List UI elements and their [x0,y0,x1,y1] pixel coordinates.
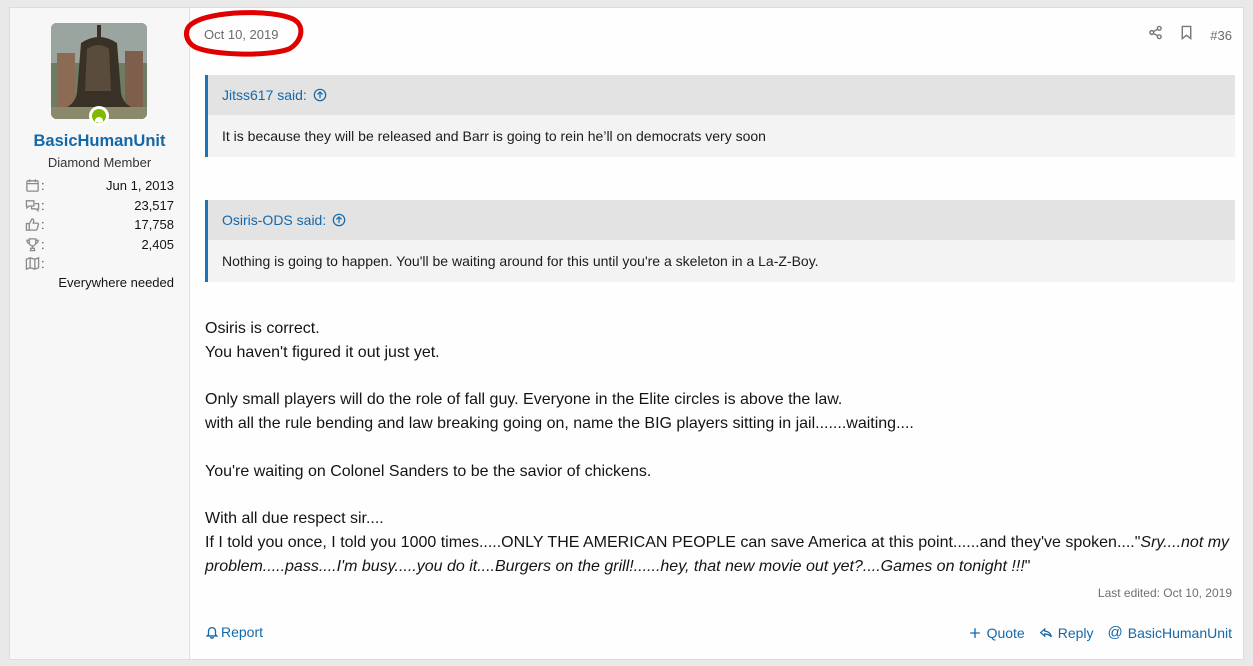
footer-actions: Quote Reply @ BasicHumanUnit [968,624,1232,641]
arrow-up-circle-icon[interactable] [313,88,327,102]
message-line: Only small players will do the role of f… [205,391,843,409]
message-text: If I told you once, I told you 1000 time… [205,534,1141,552]
stat-reactions: : 17,758 [25,215,174,235]
message-line: You haven't figured it out just yet. [205,343,440,361]
quote-button[interactable]: Quote [968,625,1025,641]
post-date[interactable]: Oct 10, 2019 [204,27,278,42]
share-icon[interactable] [1148,25,1163,45]
stat-messages: : 23,517 [25,196,174,216]
message-text: " [1024,557,1031,575]
stat-joined-value: Jun 1, 2013 [106,178,174,194]
stat-location: : [25,254,174,274]
messages-icon: : [25,198,45,213]
stat-joined: : Jun 1, 2013 [25,176,174,196]
user-title: Diamond Member [47,155,152,170]
quote-text: Nothing is going to happen. You'll be wa… [222,253,819,269]
quote-header[interactable]: Jitss617 said: [208,75,1235,115]
report-button[interactable]: Report [205,624,263,640]
message-line: If I told you once, I told you 1000 time… [205,531,1245,579]
stat-messages-value: 23,517 [134,197,174,213]
last-edited: Last edited: Oct 10, 2019 [1097,586,1232,600]
post-footer: Report Quote Reply @ BasicHumanUnit [205,622,1232,644]
quote-header[interactable]: Osiris-ODS said: [208,200,1235,240]
message-main: Oct 10, 2019 #36 Jitss617 said: It is be… [184,8,1245,659]
calendar-icon: : [25,178,45,193]
quote-block: Osiris-ODS said: Nothing is going to hap… [205,200,1235,282]
report-label: Report [221,624,264,640]
post-number-link[interactable]: #36 [1210,28,1232,43]
stat-points: : 2,405 [25,235,174,255]
mention-label: BasicHumanUnit [1127,624,1232,641]
bell-icon [205,626,219,639]
plus-icon [969,627,980,638]
username[interactable]: BasicHumanUnit [10,132,189,151]
quote-author[interactable]: Jitss617 said: [222,87,307,103]
map-icon: : [25,256,45,271]
reply-icon [1039,627,1052,638]
quote-text: It is because they will be released and … [222,128,766,144]
mention-button[interactable]: @ BasicHumanUnit [1108,624,1233,641]
forum-post: BasicHumanUnit Diamond Member : Jun 1, 2… [9,7,1244,660]
reply-button[interactable]: Reply [1039,625,1094,641]
quote-block: Jitss617 said: It is because they will b… [205,75,1235,157]
post-header-actions: #36 [1148,25,1232,45]
trophy-icon: : [25,237,45,252]
message-line: With all due respect sir.... [205,510,384,528]
reply-label: Reply [1057,624,1094,641]
quote-label: Quote [986,624,1025,641]
stat-points-value: 2,405 [141,236,174,252]
message-body: Osiris is correct. You haven't figured i… [205,317,1245,579]
message-line: You're waiting on Colonel Sanders to be … [205,462,652,480]
avatar[interactable] [51,23,147,119]
bookmark-icon[interactable] [1179,25,1194,45]
arrow-up-circle-icon[interactable] [332,213,346,227]
message-line: with all the rule bending and law breaki… [205,415,914,433]
message-line: Osiris is correct. [205,320,320,337]
user-sidebar: BasicHumanUnit Diamond Member : Jun 1, 2… [10,8,190,659]
like-icon: : [25,217,45,232]
quote-author[interactable]: Osiris-ODS said: [222,212,326,228]
stat-location-value: Everywhere needed [58,274,174,290]
user-stats: : Jun 1, 2013 : 23,517 : 17,758 : 2,405 … [25,176,174,290]
stat-reactions-value: 17,758 [134,217,174,233]
online-status-icon [89,106,109,126]
at-icon: @ [1107,624,1123,641]
